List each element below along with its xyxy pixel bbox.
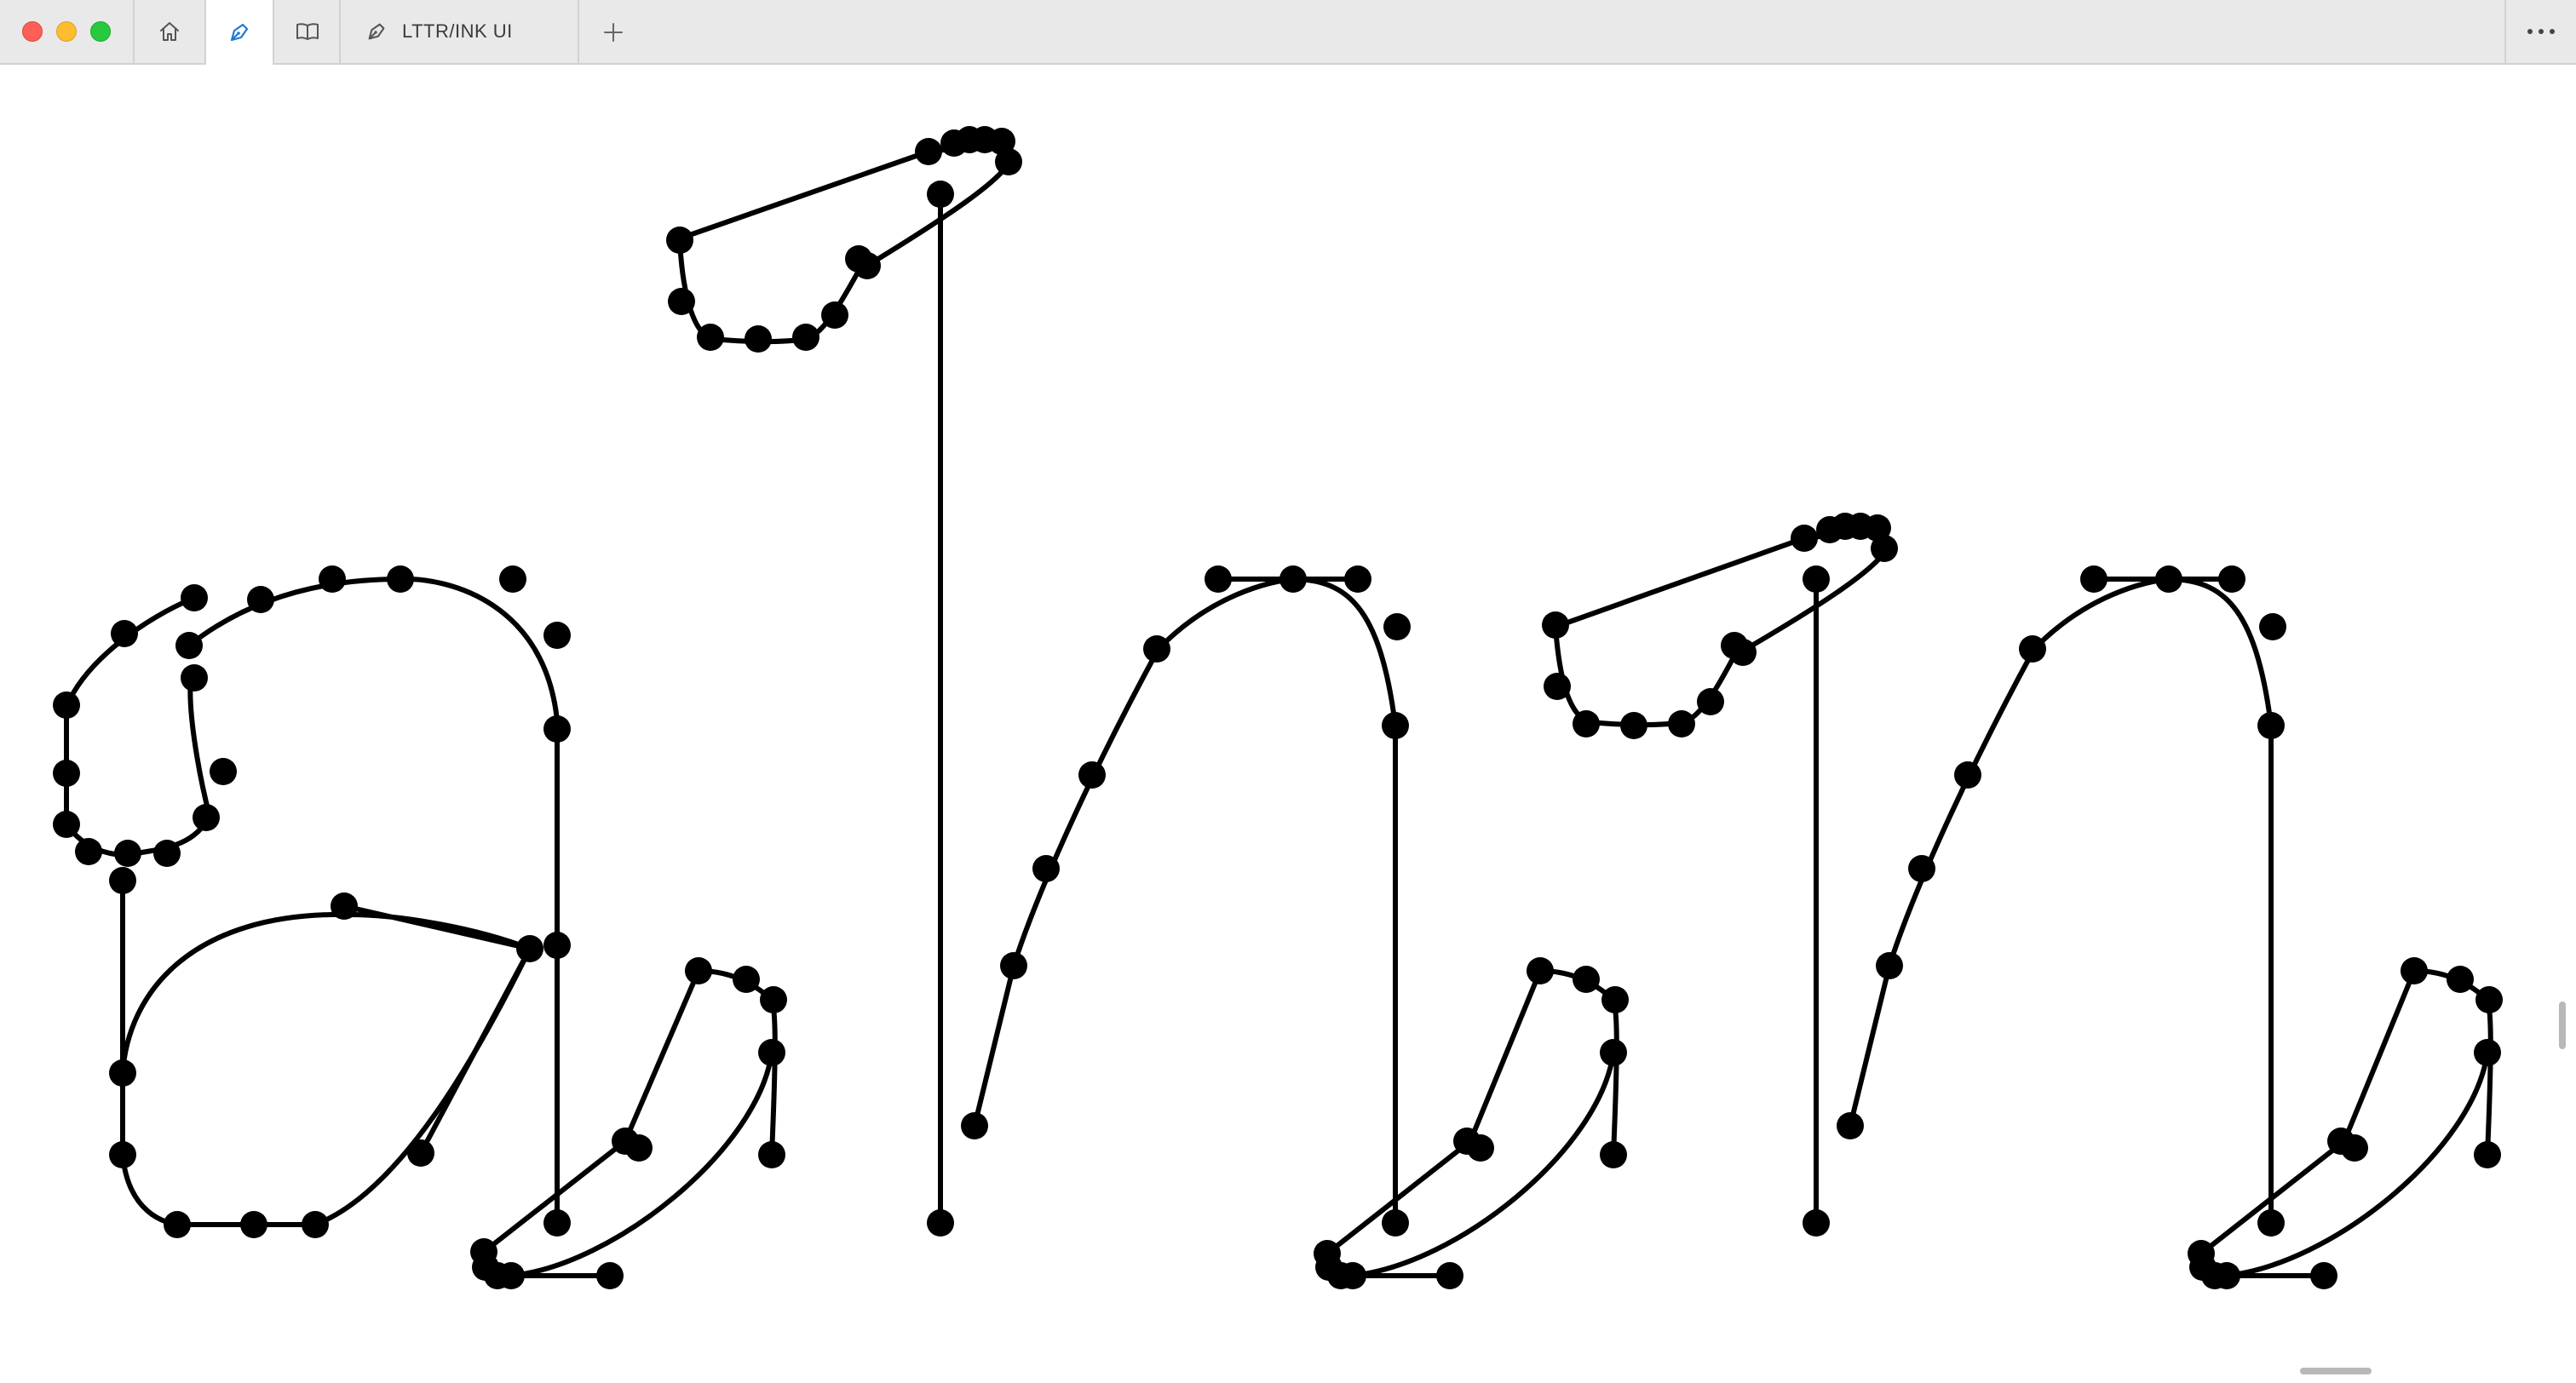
glyph-outline-4[interactable] <box>1553 527 1889 1225</box>
tab-library[interactable] <box>273 0 341 63</box>
glyph-outline-3[interactable] <box>972 577 1619 1278</box>
new-tab-button[interactable] <box>596 15 630 49</box>
tab-home[interactable] <box>133 0 204 63</box>
glyph-outline-drawing[interactable] <box>0 65 2576 1383</box>
pen-nib-icon <box>230 23 249 42</box>
horizontal-scrollbar[interactable] <box>2300 1368 2372 1374</box>
tab-document[interactable]: LTTR/INK UI <box>339 0 579 63</box>
vertical-scrollbar[interactable] <box>2559 1001 2566 1049</box>
title-bar: LTTR/INK UI <box>0 0 2576 65</box>
pen-nib-icon <box>368 23 385 40</box>
glyph-outline-1[interactable] <box>64 576 778 1278</box>
more-menu-button[interactable] <box>2504 0 2576 63</box>
home-icon <box>160 22 179 41</box>
glyph-outline-2[interactable] <box>677 141 1011 1225</box>
minimize-window-button[interactable] <box>56 21 77 42</box>
drawing-canvas[interactable] <box>0 65 2576 1383</box>
glyph-outline-5[interactable] <box>1848 577 2493 1278</box>
tab-pen-tool[interactable] <box>204 0 273 65</box>
maximize-window-button[interactable] <box>90 21 111 42</box>
close-window-button[interactable] <box>22 21 43 42</box>
ellipsis-icon <box>2527 29 2555 34</box>
tab-document-label: LTTR/INK UI <box>402 20 513 42</box>
anchor-points[interactable] <box>53 126 2503 1289</box>
plus-icon <box>604 23 623 42</box>
book-icon <box>296 23 319 40</box>
app-window: LTTR/INK UI <box>0 0 2576 1383</box>
